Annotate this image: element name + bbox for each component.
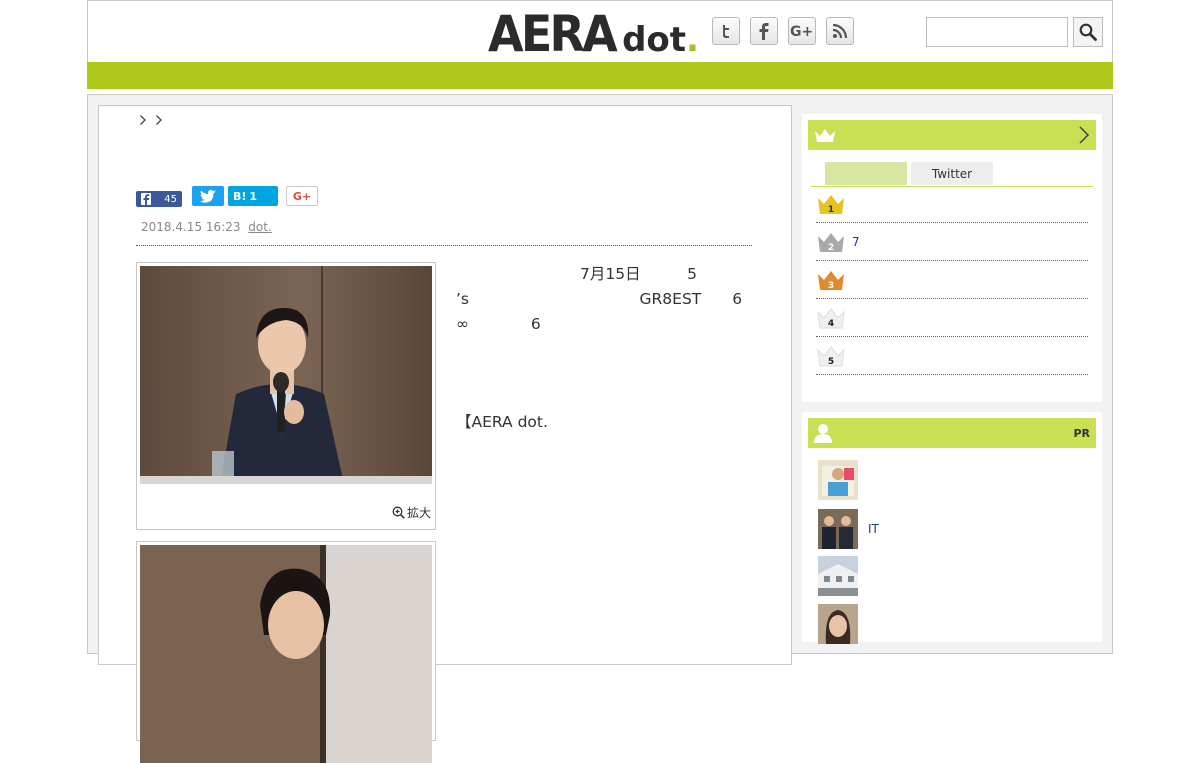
- ranking-item[interactable]: 3: [816, 262, 1088, 299]
- zoom-label: 拡大: [406, 506, 431, 520]
- hatena-bookmark-count: 1: [249, 189, 258, 203]
- user-icon: [814, 424, 832, 443]
- divider: [136, 245, 752, 246]
- twitter-share-button[interactable]: [192, 186, 224, 206]
- ranking-item[interactable]: 1: [816, 186, 1088, 223]
- pr-thumbnail: [818, 460, 858, 500]
- pr-item[interactable]: IT: [818, 509, 1088, 549]
- svg-text:5: 5: [828, 357, 834, 367]
- article-body: 7月15日 5 ’s GR8EST 6 ∞ 6 【AERA dot.: [456, 262, 1161, 459]
- article-paragraph: 【AERA dot.: [456, 413, 688, 431]
- ranking-widget: Twitter 1 2 7 3 4 5: [802, 114, 1102, 402]
- pr-item[interactable]: [818, 460, 1088, 500]
- pr-label: PR: [1073, 426, 1090, 440]
- article-paragraph: 7月15日 5 ’s GR8EST 6 ∞ 6: [456, 265, 1161, 333]
- ranking-header[interactable]: [808, 120, 1096, 150]
- article-dateline: 2018.4.15 16:23 dot.: [141, 220, 272, 234]
- chevron-right-icon[interactable]: [155, 114, 163, 130]
- nav-bar: [87, 62, 1113, 89]
- share-buttons: 45 B! 1 G+: [136, 186, 318, 207]
- source-link[interactable]: dot.: [248, 220, 271, 234]
- chevron-right-icon[interactable]: [1078, 125, 1090, 145]
- ranking-item[interactable]: 2 7: [816, 224, 1088, 261]
- site-header: AERA dot. G+: [87, 0, 1113, 63]
- silver-crown-icon: 2: [818, 233, 844, 253]
- pr-thumbnail: [818, 556, 858, 596]
- tab-ranking-default[interactable]: [825, 162, 907, 185]
- crown-outline-icon: 5: [817, 346, 845, 367]
- article-paragraph: [456, 361, 756, 386]
- ranking-tabs: Twitter: [811, 162, 1093, 187]
- gold-crown-icon: 1: [818, 195, 844, 215]
- svg-text:4: 4: [828, 319, 834, 329]
- article-photo[interactable]: [140, 545, 432, 763]
- social-links: G+: [712, 17, 854, 45]
- publish-date: 2018.4.15 16:23: [141, 220, 241, 234]
- hatena-bookmark-icon: B!: [233, 189, 247, 203]
- twitter-bird-icon: [200, 189, 216, 203]
- search-icon: [1079, 23, 1097, 41]
- zoom-in-icon: [392, 506, 405, 519]
- article-panel: 45 B! 1 G+ 2018.4.15 16:23 dot. 拡大 7月15日…: [98, 105, 1161, 763]
- pr-item[interactable]: [818, 604, 1088, 644]
- bronze-crown-icon: 3: [818, 271, 844, 291]
- zoom-button[interactable]: 拡大: [392, 504, 431, 521]
- svg-text:3: 3: [828, 281, 834, 291]
- article-photo-card: 拡大: [136, 262, 436, 530]
- search-button[interactable]: [1073, 17, 1103, 47]
- ranking-item[interactable]: 4: [816, 300, 1088, 337]
- pr-header: PR: [808, 418, 1096, 448]
- twitter-icon[interactable]: [712, 17, 740, 45]
- article-photo-card: [136, 541, 436, 763]
- logo-aera-text: AERA: [488, 5, 618, 63]
- crown-outline-icon: 4: [817, 308, 845, 329]
- svg-text:2: 2: [828, 243, 834, 253]
- pr-item-title: IT: [868, 522, 879, 536]
- google-plus-icon: G+: [292, 189, 312, 203]
- search-input[interactable]: [926, 17, 1068, 47]
- aera-dot-logo[interactable]: AERA dot.: [488, 7, 699, 59]
- google-plus-share-button[interactable]: G+: [286, 186, 318, 206]
- facebook-share-count: 45: [164, 193, 177, 205]
- svg-text:1: 1: [828, 205, 834, 215]
- svg-text:G+: G+: [790, 24, 813, 39]
- logo-dot-text: dot.: [622, 20, 699, 60]
- hatena-bookmark-button[interactable]: B! 1: [228, 186, 278, 206]
- pr-item[interactable]: [818, 556, 1088, 596]
- facebook-icon[interactable]: [750, 17, 778, 45]
- facebook-share-button[interactable]: 45: [136, 191, 182, 207]
- article-photo[interactable]: [140, 266, 432, 484]
- crown-icon: [815, 129, 835, 142]
- breadcrumb: [139, 114, 163, 130]
- pr-thumbnail: [818, 604, 858, 644]
- rss-icon[interactable]: [826, 17, 854, 45]
- tab-ranking-twitter[interactable]: Twitter: [911, 162, 993, 185]
- pr-thumbnail: [818, 509, 858, 549]
- google-plus-icon[interactable]: G+: [788, 17, 816, 45]
- facebook-icon: [141, 193, 151, 205]
- chevron-right-icon[interactable]: [139, 114, 147, 130]
- pr-widget: PR IT: [802, 412, 1102, 644]
- ranking-item-title: 7: [852, 235, 860, 249]
- ranking-item[interactable]: 5: [816, 338, 1088, 375]
